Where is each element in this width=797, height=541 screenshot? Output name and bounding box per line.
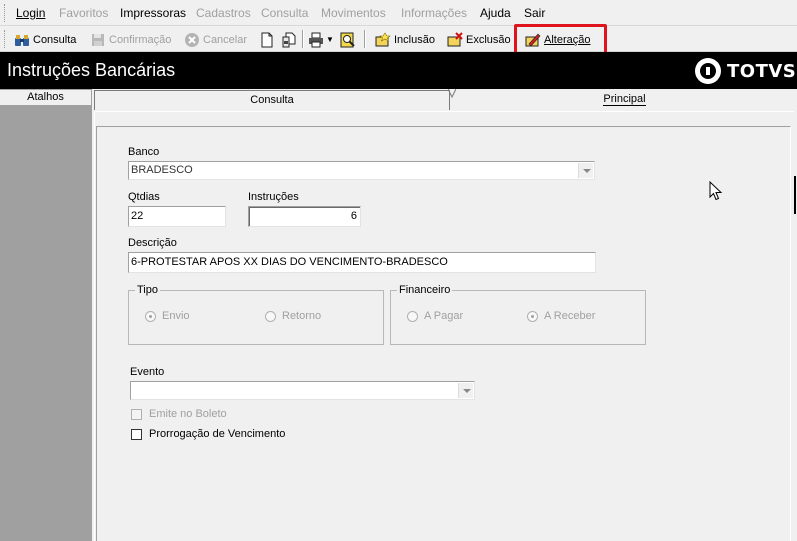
- preview-button[interactable]: [340, 29, 359, 50]
- qtdias-value: 22: [131, 210, 144, 222]
- menu-login[interactable]: Login: [16, 5, 45, 21]
- inclusao-button[interactable]: Inclusão: [375, 29, 435, 50]
- radio-checked-icon: [145, 310, 156, 322]
- menu-informacoes[interactable]: Informações: [401, 5, 467, 21]
- descricao-field[interactable]: 6-PROTESTAR APOS XX DIAS DO VENCIMENTO-B…: [128, 252, 596, 273]
- tipo-group-title: Tipo: [135, 283, 160, 297]
- floppy-disk-icon: [90, 32, 106, 48]
- sidebar-header-atalhos[interactable]: Atalhos: [0, 89, 92, 106]
- chevron-down-icon[interactable]: [458, 383, 473, 398]
- menu-cadastros[interactable]: Cadastros: [196, 5, 251, 21]
- instrucoes-label: Instruções: [248, 191, 299, 203]
- fin-pagar-label: A Pagar: [424, 310, 464, 322]
- instrucoes-field[interactable]: 6: [248, 206, 361, 227]
- qtdias-label: Qtdias: [128, 191, 160, 203]
- banco-select[interactable]: BRADESCO: [128, 161, 595, 180]
- tipo-envio-radio[interactable]: Envio: [145, 310, 190, 322]
- delete-record-icon: [447, 31, 463, 48]
- banco-label: Banco: [128, 146, 160, 158]
- printer-icon: [308, 32, 324, 48]
- fin-pagar-radio[interactable]: A Pagar: [407, 310, 463, 322]
- descricao-label: Descrição: [128, 237, 177, 249]
- menu-ajuda[interactable]: Ajuda: [480, 5, 511, 21]
- cancelar-label: Cancelar: [203, 33, 248, 46]
- confirmacao-button[interactable]: Confirmação: [90, 29, 171, 50]
- window-title: Instruções Bancárias: [7, 60, 176, 80]
- radio-checked-icon: [527, 310, 538, 322]
- window-title-bar: Instruções Bancárias TOTVS: [0, 52, 797, 89]
- menu-movimentos[interactable]: Movimentos: [321, 5, 386, 21]
- copy-document-icon: [281, 32, 297, 48]
- mouse-cursor-icon: [709, 181, 723, 201]
- menu-bar: Login Favoritos Impressoras Cadastros Co…: [0, 0, 797, 26]
- instrucoes-value: 6: [350, 210, 357, 222]
- radio-unchecked-icon: [265, 310, 276, 322]
- tipo-retorno-radio[interactable]: Retorno: [265, 310, 321, 322]
- totvs-logo: TOTVS: [695, 58, 796, 84]
- new-document-icon: [259, 32, 275, 48]
- menu-grip: [4, 4, 7, 22]
- inclusao-label: Inclusão: [394, 33, 435, 46]
- descricao-value: 6-PROTESTAR APOS XX DIAS DO VENCIMENTO-B…: [131, 256, 448, 268]
- emite-boleto-label: Emite no Boleto: [149, 408, 227, 420]
- toolbar-grip: [4, 30, 7, 48]
- cancel-icon: [184, 32, 200, 48]
- tipo-retorno-label: Retorno: [282, 310, 322, 322]
- tipo-envio-label: Envio: [162, 310, 190, 322]
- exclusao-label: Exclusão: [466, 33, 511, 46]
- menu-sair[interactable]: Sair: [524, 5, 545, 21]
- banco-value: BRADESCO: [131, 164, 193, 176]
- fin-receber-label: A Receber: [544, 310, 596, 322]
- binoculars-icon: [14, 32, 30, 48]
- tab-principal-label: Principal: [603, 93, 646, 106]
- consulta-button[interactable]: Consulta: [14, 29, 76, 50]
- menu-consulta[interactable]: Consulta: [261, 5, 308, 21]
- tab-principal[interactable]: Principal: [454, 90, 795, 110]
- chevron-down-icon[interactable]: [578, 163, 593, 178]
- evento-label: Evento: [130, 366, 165, 378]
- menu-favoritos[interactable]: Favoritos: [59, 5, 108, 21]
- prorrogacao-checkbox[interactable]: Prorrogação de Vencimento: [131, 428, 285, 440]
- tab-consulta[interactable]: Consulta: [94, 90, 450, 110]
- consulta-label: Consulta: [33, 33, 77, 46]
- fin-receber-radio[interactable]: A Receber: [527, 310, 595, 322]
- checkbox-box: [131, 428, 142, 440]
- cancelar-button[interactable]: Cancelar: [184, 29, 247, 50]
- radio-unchecked-icon: [407, 310, 418, 322]
- chevron-down-icon[interactable]: ▼: [326, 35, 334, 44]
- prorrogacao-label: Prorrogação de Vencimento: [149, 428, 286, 440]
- sidebar: Atalhos: [0, 89, 92, 541]
- totvs-logo-text: TOTVS: [727, 60, 797, 82]
- new-document-button[interactable]: [259, 29, 278, 50]
- evento-select[interactable]: [130, 381, 475, 400]
- copy-document-button[interactable]: [281, 29, 300, 50]
- menu-impressoras[interactable]: Impressoras: [120, 5, 186, 21]
- exclusao-button[interactable]: Exclusão: [447, 29, 511, 50]
- preview-icon: [340, 32, 356, 48]
- toolbar-separator: [364, 30, 366, 48]
- totvs-logo-icon: [695, 58, 721, 84]
- toolbar-separator: [302, 30, 304, 48]
- checkbox-box: [131, 408, 142, 420]
- qtdias-field[interactable]: 22: [128, 206, 226, 227]
- toolbar: Consulta Confirmação Cancelar ▼ Inclusão…: [0, 26, 797, 52]
- confirmacao-label: Confirmação: [109, 33, 172, 46]
- tab-bar: Consulta Principal: [92, 89, 797, 111]
- add-record-icon: [375, 31, 391, 48]
- print-button[interactable]: ▼: [308, 29, 334, 50]
- emite-boleto-checkbox[interactable]: Emite no Boleto: [131, 408, 227, 420]
- financeiro-group-title: Financeiro: [397, 283, 453, 297]
